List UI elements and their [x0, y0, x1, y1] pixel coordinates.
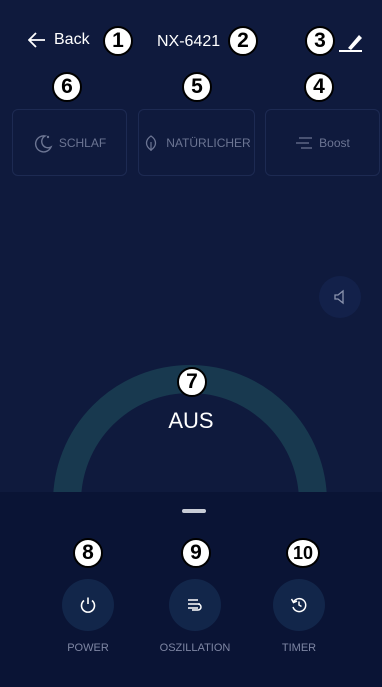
- timer-button[interactable]: [273, 579, 325, 631]
- annotation-badge-4: 4: [304, 72, 334, 102]
- annotation-badge-7: 7: [177, 367, 207, 397]
- mode-sleep-label: SCHLAF: [58, 135, 107, 150]
- mode-natural-button[interactable]: NATÜRLICHER: [138, 109, 255, 176]
- annotation-badge-3: 3: [305, 26, 335, 56]
- annotation-badge-9: 9: [181, 538, 211, 568]
- oscillation-button[interactable]: [169, 579, 221, 631]
- annotation-badge-10: 10: [286, 538, 320, 568]
- annotation-badge-1: 1: [103, 26, 133, 56]
- mode-natural-label: NATÜRLICHER: [166, 135, 251, 150]
- mode-sleep-button[interactable]: SCHLAF: [12, 109, 127, 176]
- device-name: NX-6421: [157, 33, 221, 50]
- timer-label: TIMER: [281, 642, 317, 654]
- leaf-icon: [146, 134, 157, 151]
- arrow-left-icon: [28, 32, 45, 48]
- annotation-badge-6: 6: [52, 72, 82, 102]
- annotation-badge-2: 2: [228, 26, 258, 56]
- moon-icon: [34, 134, 53, 153]
- drag-handle[interactable]: [182, 509, 206, 513]
- annotation-badge-5: 5: [182, 72, 212, 102]
- dial-ring: [53, 365, 327, 502]
- speed-dial[interactable]: [40, 302, 340, 502]
- back-label: Back: [54, 31, 90, 48]
- edit-pencil-icon: [339, 35, 362, 52]
- power-icon: [80, 597, 96, 613]
- annotation-badge-8: 8: [73, 538, 103, 568]
- boost-lines-icon: [296, 136, 313, 149]
- dial-status: AUS: [168, 408, 214, 433]
- oscillation-label: OSZILLATION: [159, 642, 231, 654]
- mode-boost-button[interactable]: Boost: [265, 109, 380, 176]
- back-button[interactable]: Back: [28, 31, 90, 49]
- edit-button[interactable]: [338, 31, 364, 53]
- mode-boost-label: Boost: [319, 135, 350, 150]
- oscillation-icon: [188, 599, 202, 611]
- power-button[interactable]: [62, 579, 114, 631]
- power-label: POWER: [67, 642, 109, 654]
- timer-icon: [290, 597, 307, 613]
